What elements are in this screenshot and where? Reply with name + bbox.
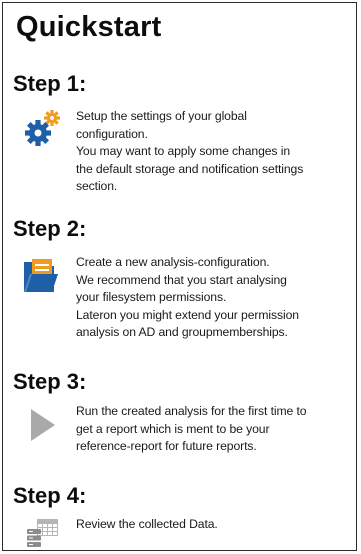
step-1-line: configuration. xyxy=(76,126,148,141)
step-4-description: Review the collected Data. xyxy=(76,516,358,534)
step-1-line: section. xyxy=(76,179,118,193)
folder-document-icon xyxy=(21,256,61,296)
step-3-line: get a report which is ment to be your xyxy=(76,421,270,436)
step-2-line: your filesystem permissions. xyxy=(76,290,227,304)
quickstart-panel: Quickstart Step 1: Setup the settings of… xyxy=(2,2,357,551)
step-2-heading: Step 2: xyxy=(13,216,87,241)
step-1-line: You may want to apply some changes in xyxy=(76,144,291,158)
step-1-line: Setup the settings of your global xyxy=(76,109,247,123)
step-1-line: the default storage and notification set… xyxy=(76,161,304,176)
step-3-description: Run the created analysis for the first t… xyxy=(76,403,358,456)
page-title: Quickstart xyxy=(16,11,162,43)
step-2-line: Lateron you might extend your permission xyxy=(76,307,299,322)
step-2-line: We recommend that you start analysing xyxy=(76,272,287,287)
step-1-description: Setup the settings of your global config… xyxy=(76,108,358,196)
step-4-line: Review the collected Data. xyxy=(76,517,218,531)
step-3-line: reference-report for future reports. xyxy=(76,439,257,453)
data-grid-icon xyxy=(25,517,59,549)
gear-settings-icon xyxy=(23,109,63,149)
step-2-description: Create a new analysis-configuration. We … xyxy=(76,254,358,342)
step-4-heading: Step 4: xyxy=(13,483,87,508)
step-3-heading: Step 3: xyxy=(13,369,87,394)
step-2-line: Create a new analysis-configuration. xyxy=(76,255,270,269)
play-icon xyxy=(29,407,59,443)
step-1-heading: Step 1: xyxy=(13,71,87,96)
step-3-line: Run the created analysis for the first t… xyxy=(76,404,307,418)
step-2-line: analysis on AD and groupmemberships. xyxy=(76,325,288,339)
